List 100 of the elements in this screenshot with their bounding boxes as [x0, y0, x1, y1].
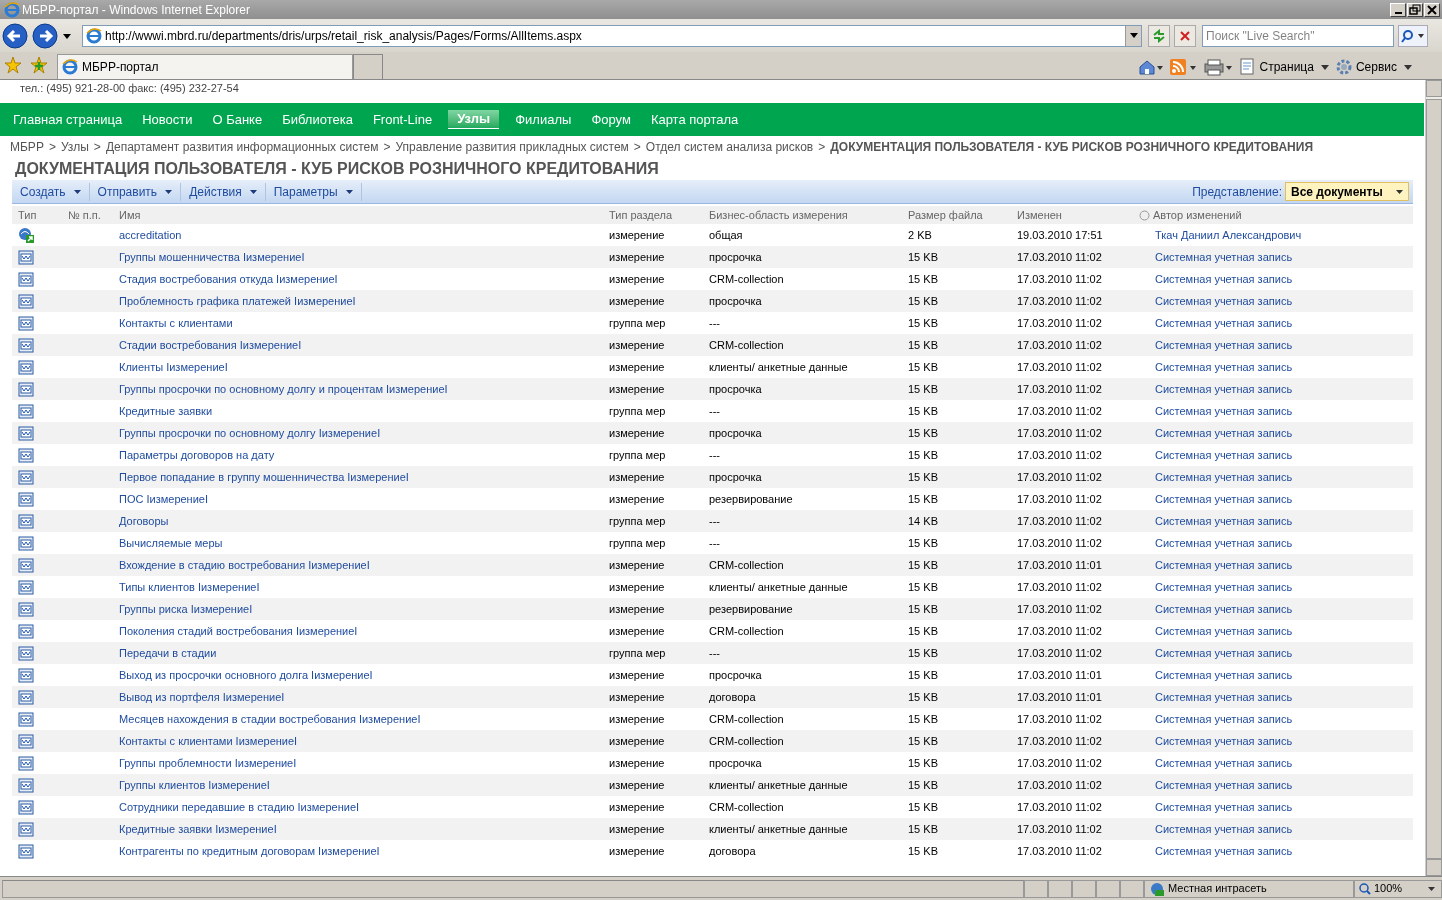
document-link[interactable]: Типы клиентов IизмерениеI	[119, 580, 260, 593]
document-link[interactable]: Группы риска IизмерениеI	[119, 602, 253, 615]
author-link[interactable]: Системная учетная запись	[1155, 448, 1293, 461]
author-link[interactable]: Системная учетная запись	[1155, 404, 1293, 417]
author-link[interactable]: Системная учетная запись	[1155, 822, 1293, 835]
author-link[interactable]: Системная учетная запись	[1155, 558, 1293, 571]
toolbar-menu-button[interactable]: Параметры	[265, 182, 362, 201]
table-cell: измерение	[609, 338, 665, 351]
breadcrumb-link[interactable]: Управление развития прикладных систем	[395, 138, 629, 156]
refresh-button[interactable]	[1148, 24, 1170, 47]
restore-button[interactable]	[1407, 2, 1423, 17]
author-link[interactable]: Системная учетная запись	[1155, 250, 1293, 263]
table-cell: измерение	[609, 602, 665, 615]
column-header[interactable]: Бизнес-область измерения	[709, 206, 848, 224]
document-link[interactable]: Стадия востребования откуда IизмерениеI	[119, 272, 338, 285]
author-link[interactable]: Системная учетная запись	[1155, 602, 1293, 615]
document-link[interactable]: accreditation	[119, 228, 182, 241]
search-field[interactable]: Поиск "Live Search"	[1202, 24, 1394, 47]
author-link[interactable]: Системная учетная запись	[1155, 272, 1293, 285]
author-link[interactable]: Системная учетная запись	[1155, 668, 1293, 681]
dropdown-button[interactable]	[1125, 25, 1141, 46]
author-link[interactable]: Системная учетная запись	[1155, 470, 1293, 483]
column-header[interactable]: Размер файла	[908, 206, 983, 224]
document-link[interactable]: Передачи в стадии	[119, 646, 217, 659]
author-link[interactable]: Системная учетная запись	[1155, 734, 1293, 747]
breadcrumb-link[interactable]: Департамент развития информационных систем	[105, 138, 379, 156]
document-link[interactable]: Группы мошенничества IизмерениеI	[119, 250, 305, 263]
document-link[interactable]: Контакты с клиентами IизмерениеI	[119, 734, 298, 747]
author-link[interactable]: Системная учетная запись	[1155, 690, 1293, 703]
author-link[interactable]: Ткач Даниил Александрович	[1155, 228, 1302, 241]
author-link[interactable]: Системная учетная запись	[1155, 580, 1293, 593]
document-link[interactable]: Поколения стадий востребования IизмерениеI	[119, 624, 358, 637]
document-link[interactable]: Вывод из портфеля IизмерениеI	[119, 690, 285, 703]
breadcrumb-link[interactable]: МБРР	[10, 138, 44, 156]
document-link[interactable]: Контрагенты по кредитным договорам IизмерениеI	[119, 844, 380, 857]
table-cell: 17.03.2010 11:02	[1017, 448, 1102, 461]
column-header[interactable]: Тип раздела	[609, 206, 672, 224]
breadcrumb-link[interactable]: Отдел систем анализа рисков	[645, 138, 814, 156]
document-link[interactable]: Договоры	[119, 514, 169, 527]
column-header[interactable]: Автор изменений	[1153, 206, 1242, 224]
tools-menu-button[interactable]: Сервис	[1334, 58, 1412, 76]
author-link[interactable]: Системная учетная запись	[1155, 514, 1293, 527]
table-cell: группа мер	[609, 646, 666, 659]
document-link[interactable]: Контакты с клиентами	[119, 316, 233, 329]
column-header[interactable]: Изменен	[1017, 206, 1062, 224]
author-link[interactable]: Системная учетная запись	[1155, 778, 1293, 791]
author-link[interactable]: Системная учетная запись	[1155, 426, 1293, 439]
stop-button[interactable]	[1174, 24, 1196, 47]
author-link[interactable]: Системная учетная запись	[1155, 800, 1293, 813]
browser-tab[interactable]: МБРР-портал	[57, 54, 353, 79]
document-link[interactable]: Кредитные заявки	[119, 404, 213, 417]
author-link[interactable]: Системная учетная запись	[1155, 624, 1293, 637]
document-link[interactable]: Стадии востребования IизмерениеI	[119, 338, 302, 351]
author-link[interactable]: Системная учетная запись	[1155, 712, 1293, 725]
table-cell: 17.03.2010 11:02	[1017, 536, 1102, 549]
search-icon	[1401, 28, 1425, 43]
page-icon	[86, 27, 102, 44]
author-link[interactable]: Системная учетная запись	[1155, 360, 1293, 373]
author-link[interactable]: Системная учетная запись	[1155, 492, 1293, 505]
ie-logo-icon	[4, 1, 20, 18]
column-header[interactable]: Имя	[119, 206, 141, 224]
document-link[interactable]: Вхождение в стадию востребования IизмерениеI	[119, 558, 370, 571]
new-tab-button[interactable]	[353, 54, 383, 79]
column-header[interactable]: № п.п.	[68, 206, 101, 224]
document-link[interactable]: Сотрудники передавшие в стадию IизмерениеI	[119, 800, 360, 813]
document-link[interactable]: Клиенты IизмерениеI	[119, 360, 228, 373]
author-link[interactable]: Системная учетная запись	[1155, 844, 1293, 857]
toolbar-menu-button[interactable]: Создать	[12, 182, 90, 201]
document-link[interactable]: Параметры договоров на дату	[119, 448, 275, 461]
document-link[interactable]: Выход из просрочки основного долга IизмерениеI	[119, 668, 373, 681]
document-link[interactable]: Группы просрочки по основному долгу IизмерениеI	[119, 426, 381, 439]
document-link[interactable]: Месяцев нахождения в стадии востребования IизмерениеI	[119, 712, 421, 725]
author-link[interactable]: Системная учетная запись	[1155, 338, 1293, 351]
column-header[interactable]: Тип	[18, 206, 37, 224]
author-link[interactable]: Системная учетная запись	[1155, 646, 1293, 659]
table-cell: 15 KB	[908, 690, 938, 703]
toolbar-menu-button[interactable]: Действия	[181, 182, 266, 201]
document-link[interactable]: Группы проблемности IизмерениеI	[119, 756, 297, 769]
page-menu-button[interactable]: Страница	[1238, 58, 1329, 76]
author-link[interactable]: Системная учетная запись	[1155, 316, 1293, 329]
toolbar-menu-button[interactable]: Отправить	[89, 182, 182, 201]
breadcrumb-link[interactable]: Узлы	[60, 138, 89, 156]
author-link[interactable]: Системная учетная запись	[1155, 536, 1293, 549]
zoom-button[interactable]: 100%	[1354, 879, 1442, 898]
document-link[interactable]: Группы просрочки по основному долгу и процентам IизмерениеI	[119, 382, 448, 395]
author-link[interactable]: Системная учетная запись	[1155, 382, 1293, 395]
document-link[interactable]: ПОС IизмерениеI	[119, 492, 208, 505]
close-button[interactable]	[1424, 2, 1440, 17]
view-dropdown[interactable]: Все документы	[1285, 182, 1409, 201]
author-link[interactable]: Системная учетная запись	[1155, 756, 1293, 769]
document-link[interactable]: Группы клиентов IизмерениеI	[119, 778, 270, 791]
author-link[interactable]: Системная учетная запись	[1155, 294, 1293, 307]
document-link[interactable]: Кредитные заявки IизмерениеI	[119, 822, 277, 835]
search-button[interactable]	[1398, 24, 1428, 47]
document-link[interactable]: Первое попадание в группу мошенничества IизмерениеI	[119, 470, 409, 483]
address-field[interactable]: http://wwwi.mbrd.ru/departments/dris/urps/retail_risk_analysis/Pages/Forms/AllItems.aspx	[82, 24, 1142, 47]
table-cell: 15 KB	[908, 756, 938, 769]
document-link[interactable]: Вычисляемые меры	[119, 536, 223, 549]
minimize-button[interactable]	[1390, 2, 1406, 17]
document-link[interactable]: Проблемность графика платежей IизмерениеI	[119, 294, 356, 307]
